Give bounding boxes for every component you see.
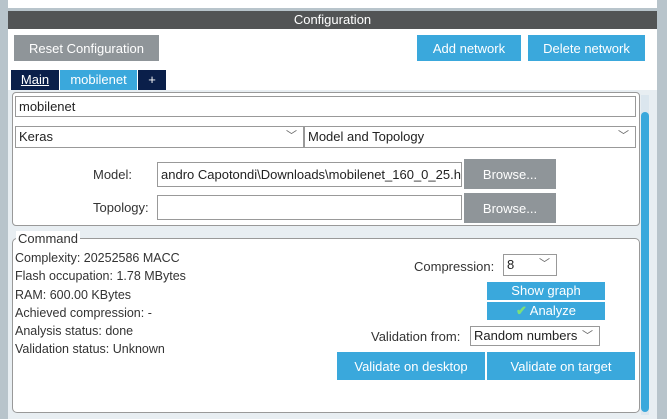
chevron-down-icon: ﹀ (539, 258, 550, 270)
scrollbar-thumb[interactable] (641, 112, 649, 412)
validation-from-value: Random numbers (474, 328, 578, 343)
add-tab-button[interactable]: + (138, 70, 166, 90)
analysis-status-text: Analysis status: done (15, 324, 134, 338)
analyze-label: Analyze (529, 303, 577, 318)
model-type-select[interactable]: Model and Topology ﹀ (304, 126, 636, 148)
topology-path-input[interactable] (157, 195, 462, 220)
show-graph-button[interactable]: Show graph (487, 282, 605, 300)
tab-main[interactable]: Main (11, 70, 59, 90)
model-label: Model: (93, 167, 133, 182)
command-title: Command (16, 231, 80, 246)
chevron-down-icon: ﹀ (286, 130, 297, 142)
framework-select[interactable]: Keras ﹀ (15, 126, 304, 148)
compression-label: Compression: (414, 259, 495, 274)
chevron-down-icon: ﹀ (582, 330, 593, 342)
config-header: Configuration (8, 11, 657, 29)
compression-select[interactable]: 8 ﹀ (503, 254, 557, 276)
chevron-down-icon: ﹀ (618, 130, 629, 142)
validate-target-button[interactable]: Validate on target (487, 352, 635, 380)
top-panel (8, 0, 657, 8)
analyze-button[interactable]: ✔ Analyze (487, 302, 605, 320)
validate-desktop-button[interactable]: Validate on desktop (337, 352, 485, 380)
model-browse-button[interactable]: Browse... (464, 159, 556, 189)
topology-label: Topology: (93, 200, 149, 215)
add-network-button[interactable]: Add network (417, 35, 521, 61)
topology-browse-button[interactable]: Browse... (464, 193, 556, 223)
compression-value: 8 (507, 257, 515, 272)
reset-configuration-button[interactable]: Reset Configuration (14, 35, 159, 61)
validation-from-select[interactable]: Random numbers ﹀ (470, 326, 600, 346)
model-type-value: Model and Topology (308, 129, 425, 144)
tab-mobilenet[interactable]: mobilenet (60, 70, 137, 90)
validation-status-text: Validation status: Unknown (15, 342, 165, 356)
complexity-text: Complexity: 20252586 MACC (15, 251, 180, 265)
check-icon: ✔ (515, 303, 527, 318)
validation-from-label: Validation from: (371, 329, 461, 344)
network-name-input[interactable]: mobilenet (15, 96, 636, 117)
delete-network-button[interactable]: Delete network (528, 35, 645, 61)
ram-text: RAM: 600.00 KBytes (15, 288, 132, 302)
achieved-compression-text: Achieved compression: - (15, 306, 152, 320)
flash-text: Flash occupation: 1.78 MBytes (15, 269, 186, 283)
framework-value: Keras (19, 129, 53, 144)
model-path-input[interactable]: andro Capotondi\Downloads\mobilenet_160_… (157, 162, 462, 187)
